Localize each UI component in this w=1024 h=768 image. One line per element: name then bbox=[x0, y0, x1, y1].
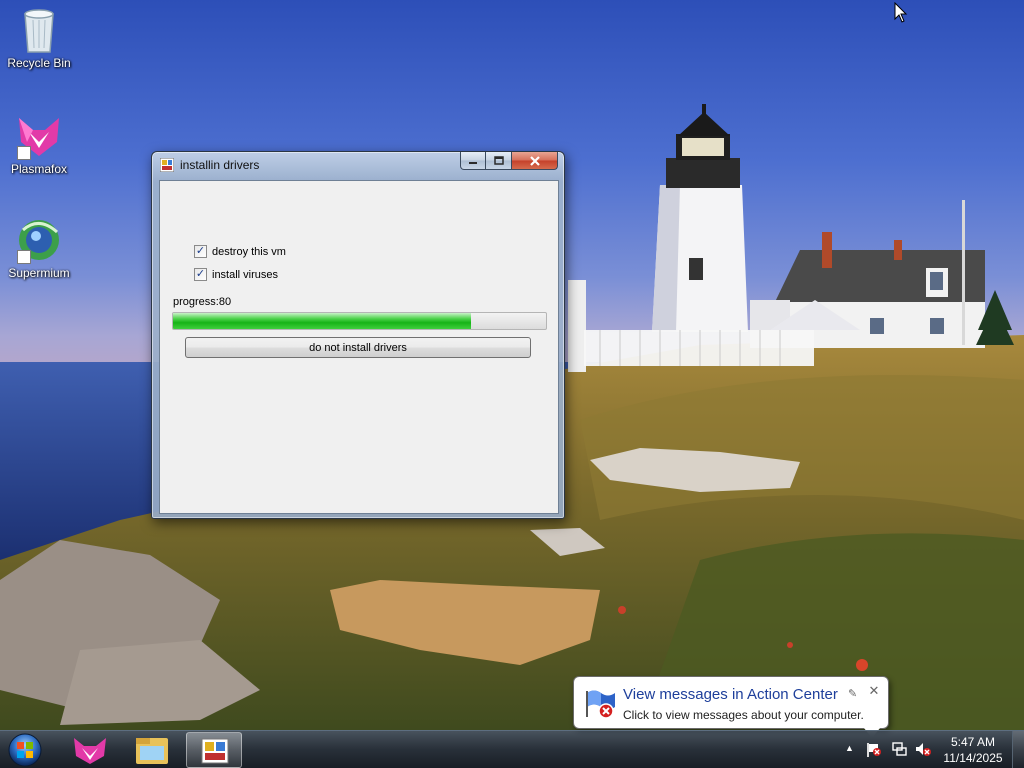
app-window-icon bbox=[160, 158, 174, 172]
progress-fill bbox=[173, 313, 472, 329]
notification-body: Click to view messages about your comput… bbox=[623, 708, 864, 722]
do-not-install-button[interactable]: do not install drivers bbox=[185, 337, 531, 358]
close-button[interactable] bbox=[512, 152, 558, 170]
action-center-tray-icon[interactable] bbox=[866, 741, 882, 757]
mouse-cursor-icon bbox=[894, 2, 908, 23]
clock-date: 11/14/2025 bbox=[943, 751, 1003, 765]
notification-close-icon[interactable]: ✕ bbox=[867, 684, 881, 698]
shortcut-arrow-icon bbox=[17, 250, 31, 264]
checkbox-install-viruses[interactable]: ✓ install viruses bbox=[194, 268, 278, 281]
close-icon bbox=[529, 155, 540, 166]
desktop-icon-label: Supermium bbox=[8, 266, 70, 280]
volume-muted-tray-icon[interactable] bbox=[915, 741, 931, 757]
installer-window[interactable]: installin drivers ✓ destroy this vm ✓ in… bbox=[151, 151, 565, 519]
action-center-flag-icon bbox=[586, 690, 615, 719]
minimize-icon bbox=[469, 161, 477, 164]
checkbox-destroy-vm[interactable]: ✓ destroy this vm bbox=[194, 245, 286, 258]
notification-title[interactable]: View messages in Action Center bbox=[623, 686, 838, 703]
checkbox-box[interactable]: ✓ bbox=[194, 268, 207, 281]
progress-bar bbox=[172, 312, 547, 330]
checkbox-label: install viruses bbox=[212, 268, 279, 281]
plasmafox-icon bbox=[74, 738, 106, 764]
window-title: installin drivers bbox=[180, 158, 260, 172]
title-bar[interactable]: installin drivers bbox=[152, 152, 564, 179]
desktop-icon-supermium[interactable]: Supermium bbox=[0, 216, 78, 280]
supermium-icon bbox=[15, 216, 63, 264]
taskbar-clock[interactable]: 5:47 AM 11/14/2025 bbox=[938, 734, 1008, 766]
maximize-icon bbox=[493, 155, 504, 165]
show-desktop-button[interactable] bbox=[1012, 731, 1024, 768]
taskbar-explorer-button[interactable] bbox=[124, 732, 180, 768]
desktop-icon-recycle-bin[interactable]: Recycle Bin bbox=[0, 6, 78, 70]
progress-label: progress:80 bbox=[173, 296, 232, 308]
desktop-icon-label: Recycle Bin bbox=[7, 56, 71, 70]
shortcut-arrow-icon bbox=[17, 146, 31, 160]
clock-time: 5:47 AM bbox=[950, 735, 996, 749]
action-center-notification[interactable]: View messages in Action Center Click to … bbox=[573, 676, 889, 738]
taskbar: ▲ 5:47 AM 11/14/2025 bbox=[0, 730, 1024, 768]
taskbar-installer-button[interactable] bbox=[186, 732, 242, 768]
show-hidden-icons-button[interactable]: ▲ bbox=[845, 743, 854, 753]
desktop-icon-plasmafox[interactable]: Plasmafox bbox=[0, 112, 78, 176]
minimize-button[interactable] bbox=[460, 152, 486, 170]
caption-buttons bbox=[460, 152, 558, 170]
maximize-button[interactable] bbox=[486, 152, 512, 170]
checkbox-label: destroy this vm bbox=[212, 245, 286, 258]
installer-app-icon bbox=[201, 738, 229, 764]
pin-icon[interactable]: ✎ bbox=[848, 687, 860, 700]
checkbox-box[interactable]: ✓ bbox=[194, 245, 207, 258]
plasmafox-icon bbox=[15, 112, 63, 160]
desktop-icon-label: Plasmafox bbox=[10, 162, 68, 176]
folder-icon bbox=[136, 738, 168, 764]
window-client-area: ✓ destroy this vm ✓ install viruses prog… bbox=[159, 180, 559, 514]
taskbar-plasmafox-button[interactable] bbox=[62, 732, 118, 768]
recycle-bin-icon bbox=[15, 6, 63, 54]
start-button[interactable] bbox=[5, 732, 45, 768]
network-tray-icon[interactable] bbox=[891, 741, 907, 757]
